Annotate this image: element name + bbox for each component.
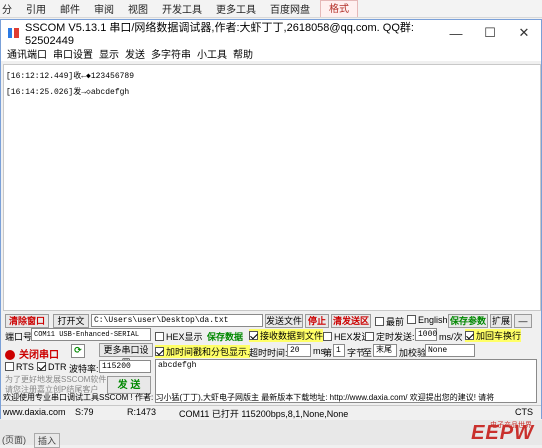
collapse-button[interactable]: —: [514, 314, 532, 328]
checkbox-icon: [5, 362, 14, 371]
baud-label: 波特率:: [69, 364, 99, 374]
checkbox-icon: [375, 317, 384, 326]
english-checkbox[interactable]: English: [407, 315, 448, 325]
more-settings-button[interactable]: 更多串口设置: [99, 343, 153, 368]
checkbox-icon: [407, 315, 416, 324]
to-label: 至: [363, 348, 373, 358]
hex-display-checkbox[interactable]: HEX显示: [155, 330, 203, 343]
checkbox-icon: [155, 332, 164, 341]
status-site: www.daxia.com: [3, 407, 66, 417]
expand-button[interactable]: 扩展: [490, 314, 512, 328]
status-sent: S:79: [75, 407, 94, 417]
receive-area[interactable]: [16:12:12.449]收←◆123456789 [16:14:25.026…: [3, 64, 541, 311]
checkbox-icon: [365, 332, 374, 341]
ribbon-tab-mail[interactable]: 邮件: [60, 1, 80, 16]
status-received: R:1473: [127, 407, 157, 417]
checkbox-icon: [155, 347, 164, 356]
title-bar: SSCOM V5.13.1 串口/网络数据调试器,作者:大虾丁丁,2618058…: [1, 20, 541, 47]
menu-serial-settings[interactable]: 串口设置: [53, 46, 93, 61]
interval-unit: ms/次: [439, 332, 463, 342]
ribbon-tab-view[interactable]: 视图: [128, 1, 148, 16]
ribbon-tab-more-tools[interactable]: 更多工具: [216, 1, 256, 16]
refresh-icon[interactable]: ⟳: [71, 344, 85, 358]
timeout-field[interactable]: 20: [287, 344, 311, 357]
menu-comm-port[interactable]: 通讯端口: [7, 46, 47, 61]
eepw-logo: EEPW: [471, 422, 534, 444]
checksum-select[interactable]: None: [425, 344, 475, 357]
open-file-button[interactable]: 打开文件: [53, 314, 89, 339]
nth-label: 第: [323, 348, 333, 358]
port-label: 端口号: [5, 332, 33, 342]
timed-send-checkbox[interactable]: 定时发送:: [365, 330, 415, 343]
send-file-button[interactable]: 发送文件: [265, 314, 303, 328]
latest-checkbox[interactable]: 最前: [375, 315, 404, 328]
checkbox-icon: [37, 362, 46, 371]
stop-button[interactable]: 停止: [305, 314, 329, 328]
end-select[interactable]: 末尾: [373, 344, 397, 357]
info-ticker: 欢迎使用专业串口调试工具SSCOM ! 作者: 习小猛(丁丁),大虾电子网版主 …: [3, 393, 495, 402]
ribbon-tab-format[interactable]: 格式: [320, 0, 358, 17]
host-insert-mode[interactable]: 插入: [34, 433, 61, 448]
host-statusbar: (页面) 插入 电子产品世界 EEPW: [0, 420, 542, 448]
app-icon: [7, 26, 21, 40]
menu-send[interactable]: 发送: [125, 46, 145, 61]
menu-bar: 通讯端口 串口设置 显示 发送 多字符串 小工具 帮助: [1, 46, 541, 61]
status-bar: www.daxia.com S:79 R:1473 COM11 已打开 1152…: [1, 405, 541, 419]
receive-line: [16:14:25.026]发→◇abcdefgh: [6, 88, 130, 97]
checkbox-icon: [465, 331, 474, 340]
ribbon-tab-developer[interactable]: 开发工具: [162, 1, 202, 16]
byte-start-field[interactable]: 1: [333, 344, 345, 357]
receive-line: [16:12:12.449]收←◆123456789: [6, 72, 135, 81]
checksum-label: 加校验: [399, 348, 427, 358]
clear-send-button[interactable]: 清发送区: [331, 314, 371, 328]
menu-tools[interactable]: 小工具: [197, 46, 227, 61]
menu-display[interactable]: 显示: [99, 46, 119, 61]
checkbox-icon: [323, 332, 332, 341]
port-select[interactable]: COM11 USB-Enhanced-SERIAL: [31, 328, 151, 341]
recv-to-file-checkbox[interactable]: 接收数据到文件: [249, 329, 324, 342]
timestamp-checkbox[interactable]: 加时间戳和分包显示.: [155, 345, 250, 358]
close-button[interactable]: ✕: [507, 25, 541, 41]
status-port: COM11 已打开 115200bps,8,1,None,None: [179, 409, 349, 419]
ribbon-tab-references[interactable]: 引用: [26, 1, 46, 16]
window-title: SSCOM V5.13.1 串口/网络数据调试器,作者:大虾丁丁,2618058…: [25, 22, 414, 47]
host-page-label: (页面): [2, 435, 26, 445]
hex-send-checkbox[interactable]: HEX发送: [323, 330, 371, 343]
clear-window-button[interactable]: 清除窗口: [5, 314, 49, 328]
dtr-checkbox[interactable]: DTR: [37, 362, 67, 372]
ribbon-tab-baidu-disk[interactable]: 百度网盘: [270, 1, 310, 16]
close-port-button[interactable]: 关闭串口: [5, 346, 59, 361]
rts-checkbox[interactable]: RTS: [5, 362, 34, 372]
sscom-window: SSCOM V5.13.1 串口/网络数据调试器,作者:大虾丁丁,2618058…: [0, 19, 542, 419]
baud-select[interactable]: 115200: [99, 360, 151, 373]
ribbon-tab-review[interactable]: 审阅: [94, 1, 114, 16]
status-cts: CTS: [515, 407, 533, 417]
host-ribbon: 分 引用 邮件 审阅 视图 开发工具 更多工具 百度网盘 格式: [0, 0, 542, 18]
maximize-button[interactable]: ☐: [473, 25, 507, 41]
interval-field[interactable]: 1000: [415, 328, 437, 341]
ribbon-leading: 分: [2, 5, 12, 16]
menu-help[interactable]: 帮助: [233, 46, 253, 61]
checkbox-icon: [249, 331, 258, 340]
port-open-indicator-icon: [5, 350, 15, 360]
timeout-label: 超时时间:: [249, 348, 288, 358]
add-crlf-checkbox[interactable]: 加回车换行: [465, 329, 522, 342]
save-params-button[interactable]: 保存参数: [448, 314, 488, 328]
save-data-button[interactable]: 保存数据: [207, 330, 243, 343]
file-path-field[interactable]: C:\Users\user\Desktop\da.txt: [91, 314, 263, 327]
minimize-button[interactable]: —: [439, 26, 473, 41]
menu-multi-string[interactable]: 多字符串: [151, 46, 191, 61]
